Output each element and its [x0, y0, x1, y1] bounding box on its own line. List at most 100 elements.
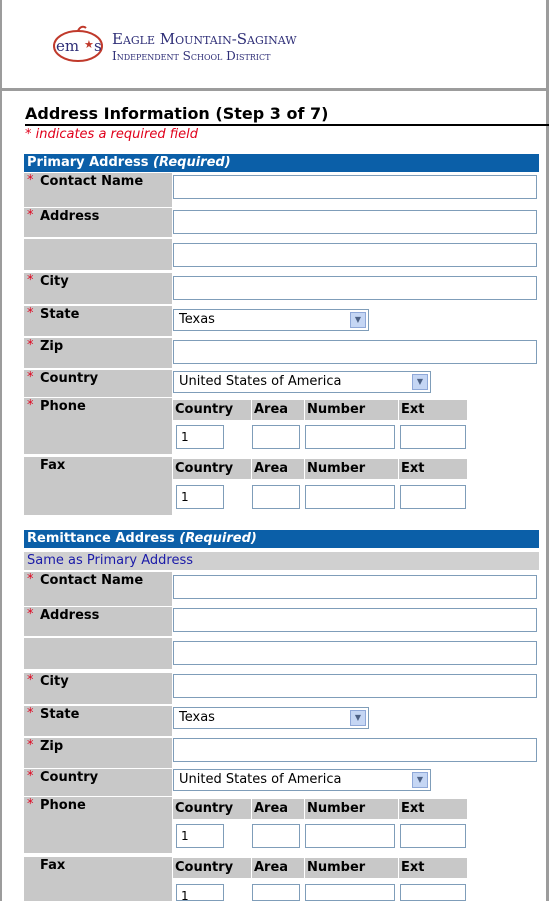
primary-phone-ext-header: Ext: [399, 400, 467, 420]
primary-phone-number-header: Number: [305, 400, 398, 420]
required-star: *: [27, 738, 34, 753]
remittance-phone-ext-input[interactable]: [400, 824, 466, 848]
required-star: *: [27, 338, 34, 353]
remittance-state-label: * State: [24, 706, 172, 736]
primary-address-line1-input[interactable]: [173, 210, 537, 234]
page-title: Address Information (Step 3 of 7): [25, 104, 549, 126]
primary-fax-country-header: Country: [173, 459, 251, 479]
required-star: *: [27, 797, 34, 812]
remittance-fax-ext-input[interactable]: [400, 884, 466, 901]
remittance-phone-area-header: Area: [252, 799, 304, 819]
district-name-line2: Independent School District: [112, 49, 271, 63]
remittance-fax-label: Fax: [24, 857, 172, 901]
svg-text:★: ★: [84, 38, 94, 51]
primary-city-label: * City: [24, 273, 172, 304]
primary-fax-ext-input[interactable]: [400, 485, 466, 509]
primary-fax-number-input[interactable]: [305, 485, 395, 509]
primary-state-value: Texas: [179, 312, 215, 327]
primary-contact-name-label: * Contact Name: [24, 173, 172, 207]
primary-fax-country-input[interactable]: 1: [176, 485, 224, 509]
primary-country-select[interactable]: United States of America ▼: [173, 371, 431, 393]
required-star: *: [27, 398, 34, 413]
same-as-primary-link[interactable]: Same as Primary Address: [24, 552, 539, 570]
remittance-address-title: Remittance Address: [27, 531, 175, 546]
required-star: *: [27, 306, 34, 321]
remittance-zip-input[interactable]: [173, 738, 537, 762]
remittance-required-tag: (Required): [179, 531, 257, 546]
primary-fax-ext-header: Ext: [399, 459, 467, 479]
remittance-phone-country-header: Country: [173, 799, 251, 819]
required-star: *: [27, 769, 34, 784]
district-name: Eagle Mountain-Saginaw Independent Schoo…: [112, 31, 297, 65]
primary-required-tag: (Required): [153, 155, 231, 170]
remittance-address-line2-spacer: [24, 638, 172, 669]
required-star: *: [27, 673, 34, 688]
svg-text:em: em: [56, 37, 79, 55]
required-star: *: [27, 173, 34, 188]
primary-zip-label: * Zip: [24, 338, 172, 368]
remittance-country-label: * Country: [24, 769, 172, 796]
remittance-contact-name-input[interactable]: [173, 575, 537, 599]
remittance-contact-name-label: * Contact Name: [24, 572, 172, 606]
remittance-phone-number-input[interactable]: [305, 824, 395, 848]
primary-fax-area-header: Area: [252, 459, 304, 479]
primary-phone-country-header: Country: [173, 400, 251, 420]
chevron-down-icon[interactable]: ▼: [350, 312, 366, 328]
primary-city-input[interactable]: [173, 276, 537, 300]
primary-state-select[interactable]: Texas ▼: [173, 309, 369, 331]
remittance-fax-number-input[interactable]: [305, 884, 395, 901]
primary-phone-area-input[interactable]: [252, 425, 300, 449]
primary-zip-input[interactable]: [173, 340, 537, 364]
remittance-address-line2-input[interactable]: [173, 641, 537, 665]
primary-address-header: Primary Address (Required): [24, 154, 539, 172]
svg-text:s: s: [94, 37, 102, 55]
remittance-phone-ext-header: Ext: [399, 799, 467, 819]
remittance-city-label: * City: [24, 673, 172, 704]
remittance-state-select[interactable]: Texas ▼: [173, 707, 369, 729]
page-header: em ★ s Eagle Mountain-Saginaw Independen…: [2, 0, 546, 91]
remittance-address-header: Remittance Address (Required): [24, 530, 539, 548]
primary-fax-area-input[interactable]: [252, 485, 300, 509]
remittance-phone-area-input[interactable]: [252, 824, 300, 848]
district-name-line1: Eagle Mountain-Saginaw: [112, 30, 297, 48]
required-star: *: [27, 572, 34, 587]
remittance-state-value: Texas: [179, 710, 215, 725]
primary-state-label: * State: [24, 306, 172, 336]
district-logo: em ★ s: [53, 25, 103, 62]
remittance-fax-area-header: Area: [252, 858, 304, 878]
primary-country-label: * Country: [24, 370, 172, 397]
remittance-fax-country-header: Country: [173, 858, 251, 878]
remittance-fax-country-input[interactable]: 1: [176, 884, 224, 903]
primary-fax-number-header: Number: [305, 459, 398, 479]
remittance-phone-number-header: Number: [305, 799, 398, 819]
required-star: *: [27, 370, 34, 385]
remittance-address-label: * Address: [24, 607, 172, 636]
chevron-down-icon[interactable]: ▼: [350, 710, 366, 726]
primary-address-title: Primary Address: [27, 155, 149, 170]
chevron-down-icon[interactable]: ▼: [412, 772, 428, 788]
remittance-fax-number-header: Number: [305, 858, 398, 878]
required-star: *: [27, 273, 34, 288]
remittance-zip-label: * Zip: [24, 738, 172, 768]
remittance-phone-country-input[interactable]: 1: [176, 824, 224, 848]
required-star: *: [27, 208, 34, 223]
remittance-address-line1-input[interactable]: [173, 608, 537, 632]
primary-address-line2-input[interactable]: [173, 243, 537, 267]
primary-phone-label: * Phone: [24, 398, 172, 454]
primary-address-label: * Address: [24, 208, 172, 237]
primary-address-line2-spacer: [24, 239, 172, 270]
remittance-city-input[interactable]: [173, 674, 537, 698]
primary-country-value: United States of America: [179, 374, 342, 389]
primary-phone-country-input[interactable]: 1: [176, 425, 224, 449]
primary-phone-ext-input[interactable]: [400, 425, 466, 449]
primary-contact-name-input[interactable]: [173, 175, 537, 199]
remittance-country-select[interactable]: United States of America ▼: [173, 769, 431, 791]
remittance-fax-area-input[interactable]: [252, 884, 300, 901]
chevron-down-icon[interactable]: ▼: [412, 374, 428, 390]
remittance-fax-ext-header: Ext: [399, 858, 467, 878]
window-frame-left: [0, 0, 2, 901]
required-field-note: * indicates a required field: [25, 127, 198, 142]
primary-phone-number-input[interactable]: [305, 425, 395, 449]
required-star: *: [27, 607, 34, 622]
remittance-country-value: United States of America: [179, 772, 342, 787]
